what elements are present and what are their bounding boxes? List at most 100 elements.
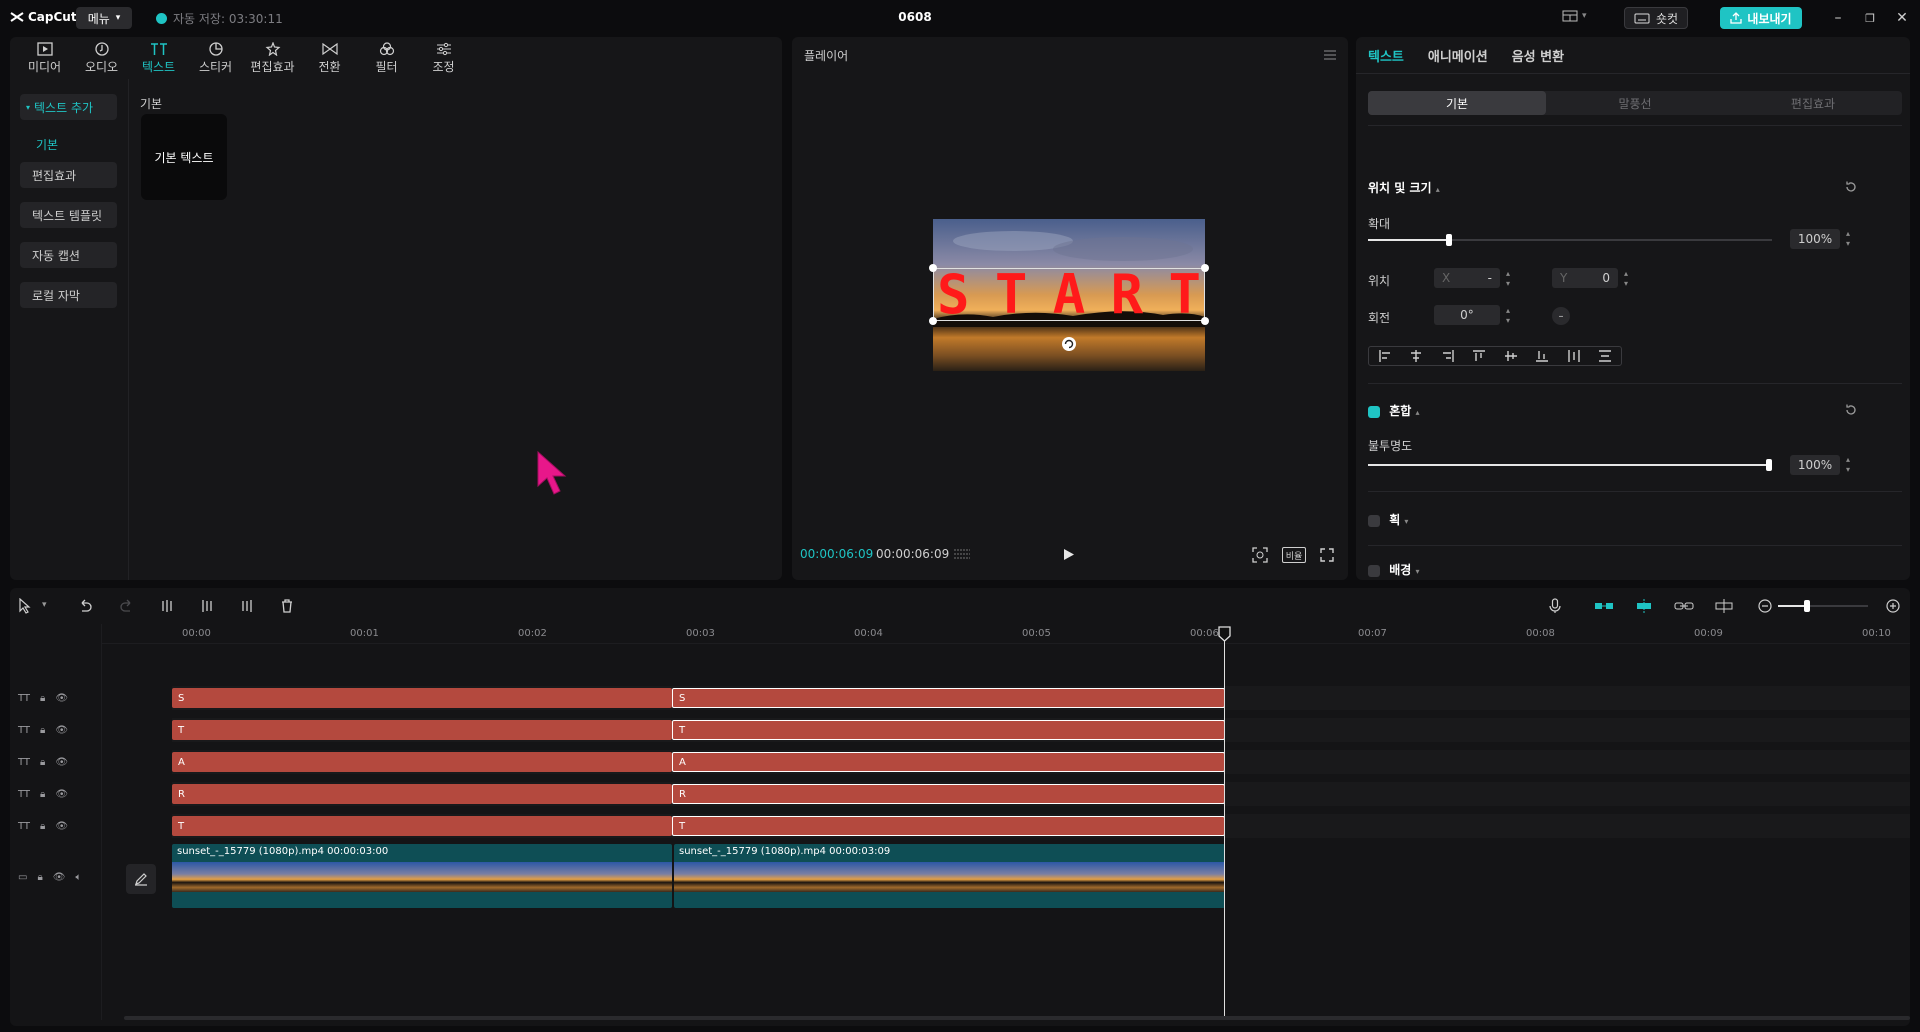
rotate-handle-icon[interactable] bbox=[1061, 336, 1077, 352]
shortcut-button[interactable]: 숏컷 bbox=[1624, 7, 1688, 29]
restore-button[interactable]: ❐ bbox=[1862, 10, 1878, 26]
sidebar-item-auto-captions[interactable]: 자동 캡션 bbox=[20, 242, 117, 268]
tab-audio[interactable]: 오디오 bbox=[73, 37, 130, 79]
opacity-input[interactable]: 100% bbox=[1790, 455, 1840, 475]
zoom-fit-icon[interactable] bbox=[1252, 547, 1268, 563]
text-clip[interactable]: T bbox=[172, 816, 672, 836]
stroke-heading[interactable]: 획 ▾ bbox=[1368, 511, 1408, 528]
rotate-stepper[interactable]: ▴ ▾ bbox=[1506, 306, 1510, 326]
align-top-icon[interactable] bbox=[1472, 349, 1486, 363]
subtab-bubble[interactable]: 말풍선 bbox=[1546, 91, 1724, 115]
opacity-slider-knob[interactable] bbox=[1766, 459, 1772, 471]
text-clip-selected[interactable]: T bbox=[672, 816, 1225, 836]
sidebar-item-local-captions[interactable]: 로컬 자막 bbox=[20, 282, 117, 308]
text-clip-selected[interactable]: S bbox=[672, 688, 1225, 708]
position-y-stepper[interactable]: ▴ ▾ bbox=[1624, 269, 1628, 289]
text-clip[interactable]: S bbox=[172, 688, 672, 708]
align-bottom-icon[interactable] bbox=[1535, 349, 1549, 363]
lock-icon[interactable]: 🔒︎ bbox=[40, 821, 45, 832]
blend-checkbox[interactable] bbox=[1368, 405, 1380, 418]
scale-input[interactable]: 100% bbox=[1790, 229, 1840, 249]
zoom-out-icon[interactable] bbox=[1758, 599, 1772, 613]
align-center-v-icon[interactable] bbox=[1504, 349, 1518, 363]
reset-icon[interactable] bbox=[1844, 403, 1858, 417]
text-selection-box[interactable] bbox=[933, 268, 1205, 321]
playhead[interactable] bbox=[1224, 630, 1225, 1020]
sidebar-item-add-text[interactable]: ▾ 텍스트 추가 bbox=[20, 94, 117, 120]
align-center-h-icon[interactable] bbox=[1409, 349, 1423, 363]
background-heading[interactable]: 배경 ▾ bbox=[1368, 561, 1419, 578]
tab-media[interactable]: 미디어 bbox=[16, 37, 73, 79]
zoom-slider-knob[interactable] bbox=[1804, 600, 1810, 612]
sidebar-item-effects[interactable]: 편집효과 bbox=[20, 162, 117, 188]
hamburger-menu-icon[interactable] bbox=[1324, 50, 1336, 60]
sidebar-item-basic[interactable]: 기본 bbox=[36, 136, 58, 153]
chevron-down-icon[interactable]: ▾ bbox=[42, 600, 47, 610]
play-icon[interactable] bbox=[1063, 548, 1075, 561]
blend-heading[interactable]: 혼합 ▴ bbox=[1368, 402, 1419, 419]
lock-icon[interactable]: 🔒︎ bbox=[40, 757, 45, 768]
zoom-slider[interactable] bbox=[1778, 600, 1868, 612]
default-text-card[interactable]: 기본 텍스트 bbox=[141, 114, 227, 200]
playhead-handle-icon[interactable] bbox=[1218, 626, 1231, 642]
tab-filter[interactable]: 필터 bbox=[358, 37, 415, 79]
lock-icon[interactable]: 🔒︎ bbox=[40, 789, 45, 800]
trim-left-icon[interactable] bbox=[200, 599, 214, 613]
tab-text-props[interactable]: 텍스트 bbox=[1368, 46, 1404, 65]
eye-icon[interactable]: 👁︎ bbox=[55, 725, 68, 736]
resize-handle[interactable] bbox=[1201, 317, 1209, 325]
preview-axis-icon[interactable] bbox=[1714, 599, 1734, 613]
microphone-icon[interactable] bbox=[1548, 598, 1562, 614]
lock-icon[interactable]: 🔒︎ bbox=[37, 872, 42, 883]
resize-handle[interactable] bbox=[929, 264, 937, 272]
eye-icon[interactable]: 👁︎ bbox=[55, 693, 68, 704]
eye-icon[interactable]: 👁︎ bbox=[55, 757, 68, 768]
lock-icon[interactable]: 🔒︎ bbox=[40, 725, 45, 736]
main-track-magnet-icon[interactable] bbox=[1594, 599, 1614, 613]
trim-right-icon[interactable] bbox=[240, 599, 254, 613]
text-clip[interactable]: T bbox=[172, 720, 672, 740]
auto-snap-icon[interactable] bbox=[1634, 599, 1654, 613]
position-y-input[interactable]: Y 0 bbox=[1552, 268, 1618, 288]
opacity-slider[interactable] bbox=[1368, 459, 1772, 471]
text-clip-selected[interactable]: A bbox=[672, 752, 1225, 772]
text-clip[interactable]: A bbox=[172, 752, 672, 772]
tab-sticker[interactable]: 스티커 bbox=[187, 37, 244, 79]
reset-icon[interactable] bbox=[1844, 180, 1858, 194]
split-icon[interactable] bbox=[160, 599, 174, 613]
undo-icon[interactable] bbox=[78, 599, 92, 613]
text-clip-selected[interactable]: R bbox=[672, 784, 1225, 804]
scale-slider-knob[interactable] bbox=[1446, 234, 1452, 246]
export-button[interactable]: 내보내기 bbox=[1720, 7, 1802, 29]
scale-stepper[interactable]: ▴ ▾ bbox=[1846, 229, 1850, 249]
tab-effects[interactable]: 편집효과 bbox=[244, 37, 301, 79]
subtab-basic[interactable]: 기본 bbox=[1368, 91, 1546, 115]
eye-icon[interactable]: 👁︎ bbox=[55, 789, 68, 800]
stroke-checkbox[interactable] bbox=[1368, 514, 1380, 527]
minimize-button[interactable]: – bbox=[1830, 10, 1846, 26]
select-tool-icon[interactable] bbox=[18, 598, 32, 614]
waveform-icon[interactable] bbox=[952, 547, 972, 561]
zoom-in-icon[interactable] bbox=[1886, 599, 1900, 613]
tab-adjust[interactable]: 조정 bbox=[415, 37, 472, 79]
distribute-h-icon[interactable] bbox=[1567, 349, 1581, 363]
time-ruler[interactable]: 00:00 00:01 00:02 00:03 00:04 00:05 00:0… bbox=[102, 624, 1910, 644]
opacity-stepper[interactable]: ▴ ▾ bbox=[1846, 455, 1850, 475]
volume-icon[interactable]: 🔈︎ bbox=[75, 872, 81, 883]
align-left-icon[interactable] bbox=[1378, 349, 1392, 363]
layout-button[interactable]: ▾ bbox=[1562, 10, 1587, 22]
position-x-stepper[interactable]: ▴ ▾ bbox=[1506, 269, 1510, 289]
resize-handle[interactable] bbox=[1201, 264, 1209, 272]
tab-transition[interactable]: 전환 bbox=[301, 37, 358, 79]
rotate-input[interactable]: 0° bbox=[1434, 305, 1500, 325]
delete-icon[interactable] bbox=[280, 599, 294, 613]
scale-slider[interactable] bbox=[1368, 234, 1772, 246]
tab-animation[interactable]: 애니메이션 bbox=[1428, 46, 1488, 65]
position-x-input[interactable]: X - bbox=[1434, 268, 1500, 288]
lock-icon[interactable]: 🔒︎ bbox=[40, 693, 45, 704]
text-clip[interactable]: R bbox=[172, 784, 672, 804]
ratio-button[interactable]: 비율 bbox=[1282, 547, 1306, 563]
fullscreen-icon[interactable] bbox=[1320, 548, 1334, 562]
cover-edit-button[interactable] bbox=[126, 864, 156, 894]
subtab-effects[interactable]: 편집효과 bbox=[1724, 91, 1902, 115]
